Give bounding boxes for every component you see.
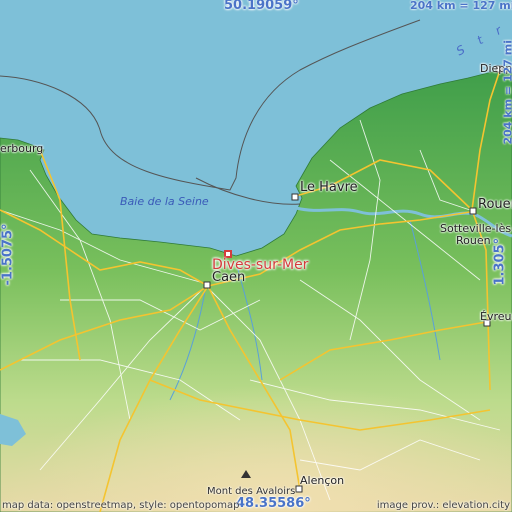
scale-right: 204 km = 127 mi	[501, 40, 512, 145]
peak-mont-des-avaloirs: Mont des Avaloirs	[207, 486, 296, 497]
city-sotteville-rouen: Rouen	[456, 234, 491, 247]
city-cherbourg: erbourg	[0, 142, 44, 155]
coord-left: -1.5075°	[0, 223, 16, 286]
attribution-image: image prov.: elevation.city	[376, 500, 510, 511]
city-evreux: Évreux	[480, 310, 512, 323]
coord-right: 1.305°	[492, 237, 508, 286]
bay-label: Baie de la Seine	[120, 195, 209, 208]
city-alencon: Alençon	[300, 474, 345, 487]
coord-bottom: 48.35586°	[236, 496, 311, 511]
attribution-map: map data: openstreetmap, style: opentopo…	[2, 500, 240, 511]
highlight-label: Dives-sur-Mer	[212, 257, 309, 273]
coord-top: 50.19059°	[224, 0, 299, 13]
scale-top: 204 km = 127 mi	[410, 0, 512, 12]
terrain-layer	[0, 0, 512, 512]
map-canvas: Baie de la Seine S t r Dieppe erbourg Le…	[0, 0, 512, 512]
city-rouen: Rouen	[478, 197, 512, 212]
city-le-havre: Le Havre	[300, 180, 358, 195]
